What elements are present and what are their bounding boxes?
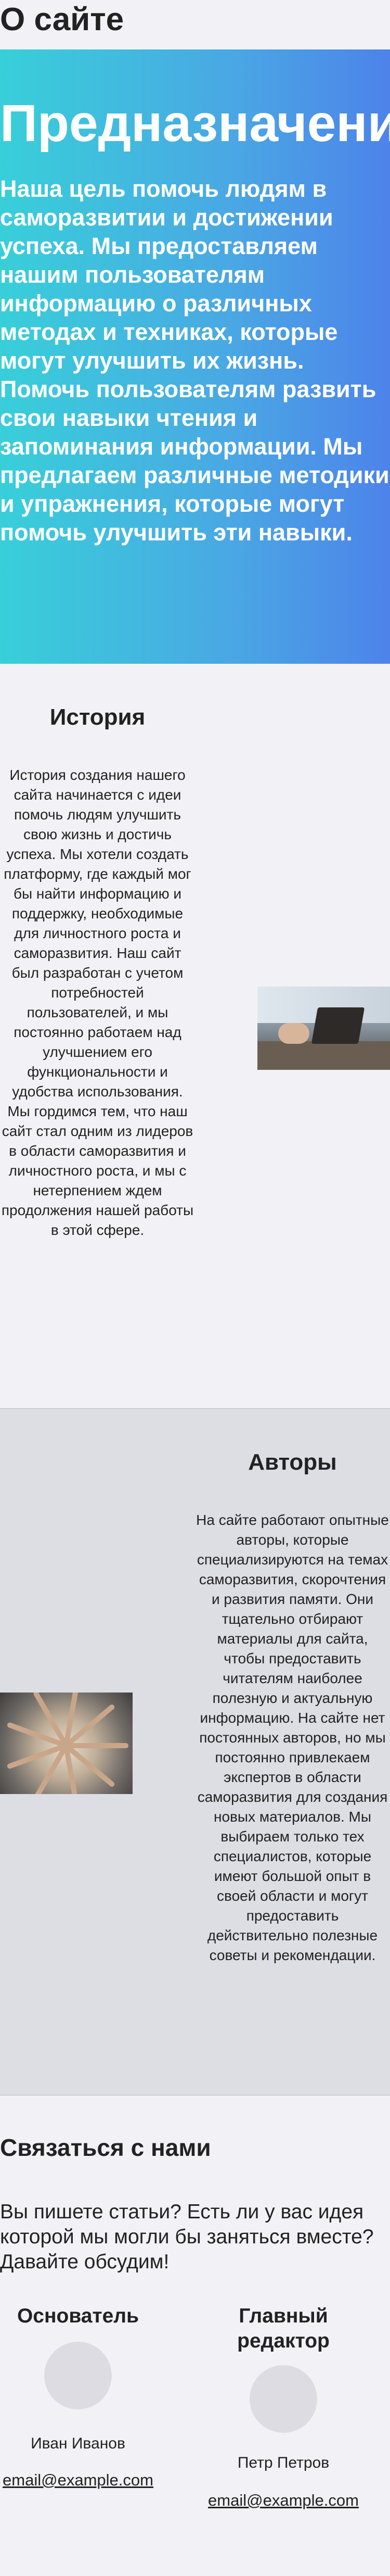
history-section: История История создания нашего сайта на… [0, 664, 390, 1408]
contact-section: Связаться с нами Вы пишете статьи? Есть … [0, 2095, 390, 2576]
hero-title: Предназначение [0, 94, 390, 153]
contact-card-editor: Главный редактор Петр Петров email@examp… [205, 2304, 361, 2510]
avatar [44, 2342, 112, 2409]
hero-section: Предназначение Наша цель помочь людям в … [0, 49, 390, 664]
laptop-photo [257, 987, 390, 1070]
contact-email-link[interactable]: email@example.com [0, 2471, 156, 2490]
contact-heading: Связаться с нами [0, 2134, 211, 2161]
team-hands-photo [0, 1693, 133, 1794]
contact-name: Петр Петров [237, 2454, 330, 2471]
page-title: О сайте [0, 2, 124, 37]
hero-text: Наша цель помочь людям в саморазвитии и … [0, 175, 389, 546]
history-heading: История [49, 704, 146, 730]
avatar [250, 2365, 317, 2433]
contact-text: Вы пишете статьи? Есть ли у вас идея кот… [0, 2201, 374, 2273]
contact-email-link[interactable]: email@example.com [205, 2491, 361, 2510]
contact-role: Основатель [17, 2305, 139, 2327]
authors-heading: Авторы [248, 1449, 337, 1475]
authors-text: На сайте работают опытные авторы, которы… [196, 1512, 389, 1963]
history-text: История создания нашего сайта начинается… [1, 767, 194, 1238]
contact-card-founder: Основатель Иван Иванов email@example.com [0, 2304, 156, 2490]
contact-role: Главный редактор [237, 2305, 330, 2352]
authors-section: Авторы На сайте работают опытные авторы,… [0, 1408, 390, 2095]
contact-name: Иван Иванов [31, 2435, 125, 2452]
